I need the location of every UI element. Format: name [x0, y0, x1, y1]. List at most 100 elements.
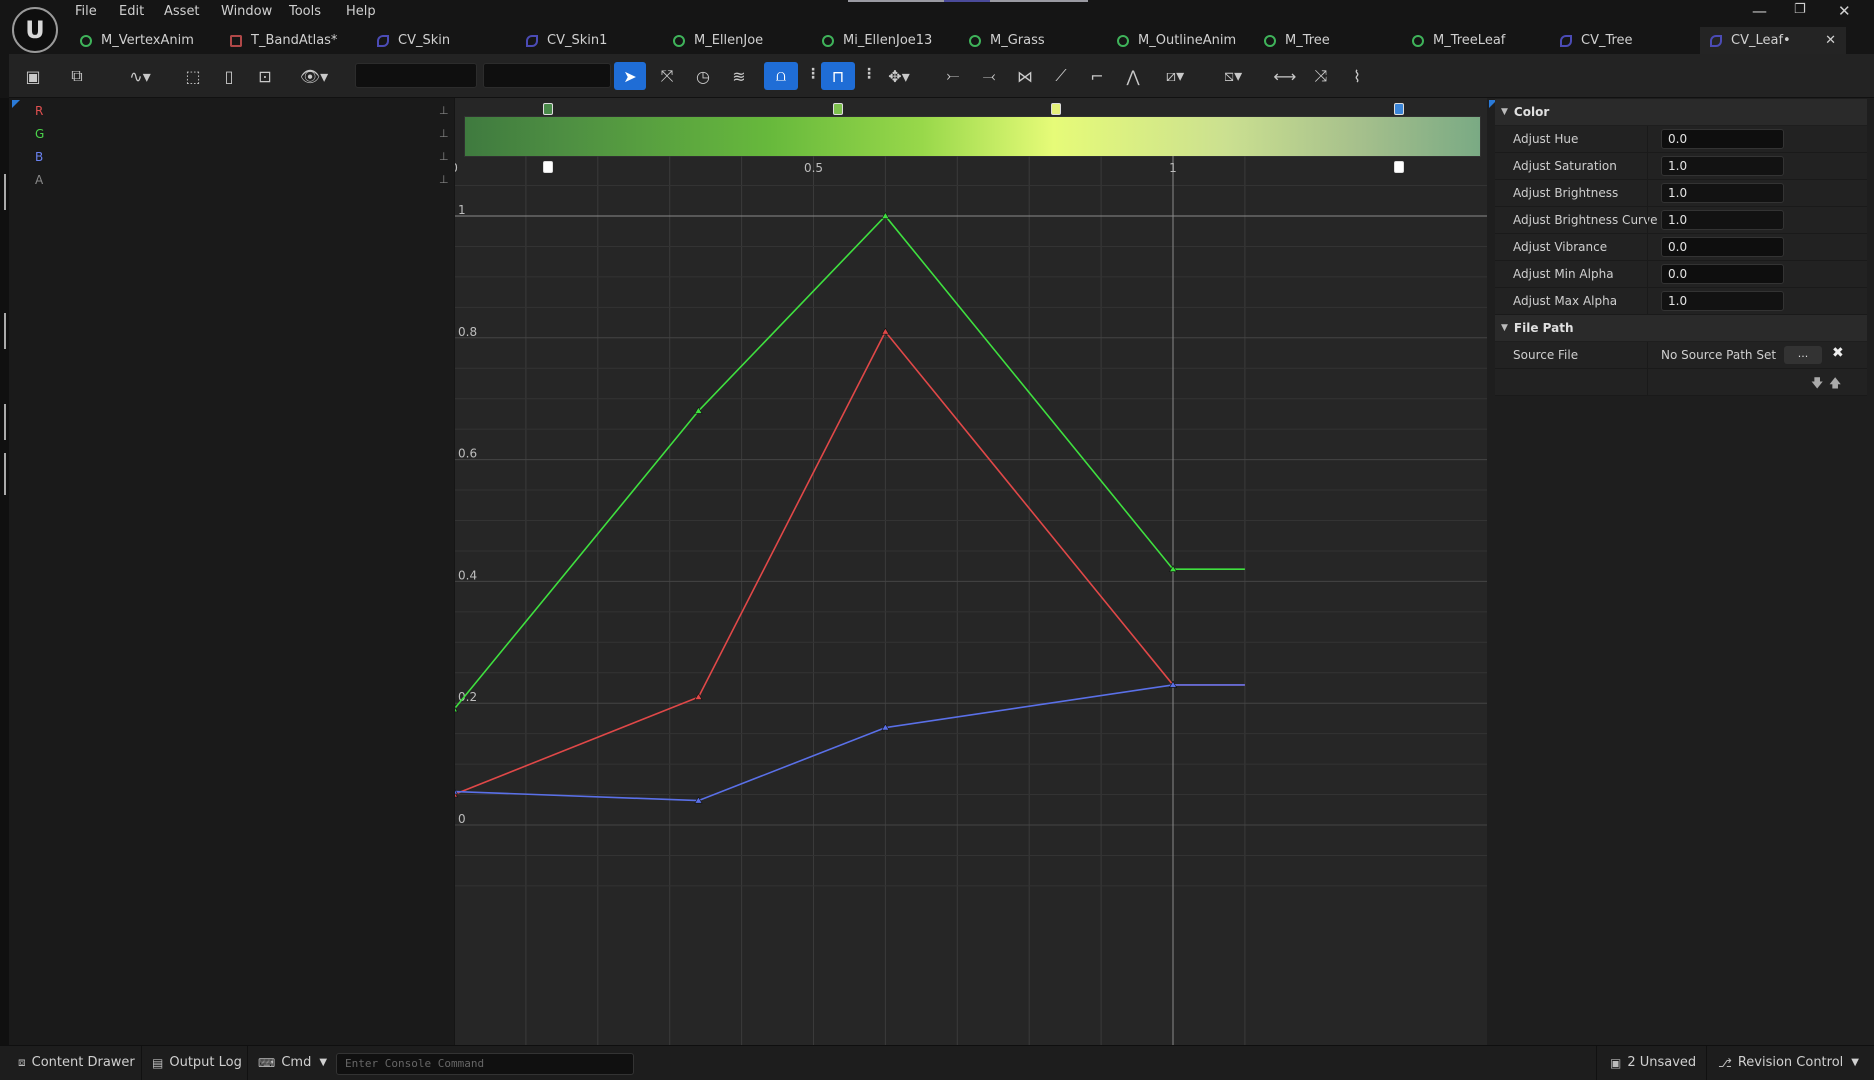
x-tick-label: 0 [455, 161, 458, 175]
adjust-vibrance-input[interactable]: 0.0 [1661, 237, 1784, 257]
browse-source-button[interactable]: ... [1784, 346, 1822, 364]
menu-edit[interactable]: Edit [119, 4, 144, 19]
pin-icon[interactable]: ⊥ [439, 104, 449, 117]
tab-m-vertexanim[interactable]: M_VertexAnim [80, 27, 216, 54]
tab-mi-ellenjoe13[interactable]: Mi_EllenJoe13 [822, 27, 968, 54]
adjust-brightness-input[interactable]: 1.0 [1661, 183, 1784, 203]
tab-label: CV_Skin1 [547, 33, 608, 48]
flatten-tangents-icon[interactable]: ⟷ [1271, 62, 1299, 90]
tangent-user-icon[interactable]: ⤙ [975, 62, 1003, 90]
tab-cv-tree[interactable]: CV_Tree [1560, 27, 1698, 54]
channel-a[interactable]: A [35, 173, 43, 187]
tab-cv-skin[interactable]: CV_Skin [377, 27, 515, 54]
key-value-input[interactable] [483, 63, 611, 88]
output-log-button[interactable]: ▤ Output Log [152, 1055, 242, 1070]
curve-plot[interactable]: 00.5100.20.40.60.81 [455, 98, 1487, 1045]
arrow-up-icon[interactable]: 🡅 [1829, 374, 1841, 395]
tab-label: CV_Tree [1581, 33, 1633, 48]
menu-file[interactable]: File [75, 4, 97, 19]
snap-value-icon[interactable]: ⩍ [764, 62, 798, 90]
tab-m-grass[interactable]: M_Grass [969, 27, 1107, 54]
tangent-auto-icon[interactable]: ⤚ [939, 62, 967, 90]
property-adjust-saturation: Adjust Saturation 1.0 [1495, 153, 1867, 180]
curve-filter-icon[interactable]: ⌇ [1343, 62, 1371, 90]
cmd-label: Cmd [281, 1055, 312, 1070]
property-adjust-min-alpha: Adjust Min Alpha 0.0 [1495, 261, 1867, 288]
multi-scale-tool-icon[interactable]: ≋ [725, 62, 753, 90]
transform-tool-icon[interactable]: ⤧ [653, 62, 681, 90]
post-infinity-icon[interactable]: ⧅▾ [1213, 62, 1253, 90]
close-window-icon[interactable]: ✕ [1838, 2, 1851, 20]
key-point-r [881, 327, 890, 335]
tab-m-tree[interactable]: M_Tree [1264, 27, 1402, 54]
pin-icon[interactable]: ⊥ [439, 150, 449, 163]
tab-cv-leaf[interactable]: CV_Leaf• ✕ [1700, 27, 1846, 54]
snap-options-icon[interactable]: ⋮ [806, 66, 820, 82]
content-drawer-label: Content Drawer [31, 1055, 135, 1070]
adjust-hue-input[interactable]: 0.0 [1661, 129, 1784, 149]
cmd-dropdown[interactable]: ⌨ Cmd ▼ [258, 1055, 327, 1070]
tab-m-ellenjoe[interactable]: M_EllenJoe [673, 27, 811, 54]
curve-icon [1710, 34, 1722, 47]
adjust-saturation-input[interactable]: 1.0 [1661, 156, 1784, 176]
unreal-logo-icon[interactable]: U [12, 7, 58, 53]
menu-asset[interactable]: Asset [164, 4, 200, 19]
category-file-path[interactable]: ▼ File Path [1495, 315, 1867, 341]
channel-g[interactable]: G [35, 127, 44, 141]
straighten-tangents-icon[interactable]: ⤨ [1307, 62, 1335, 90]
menu-window[interactable]: Window [221, 4, 272, 19]
revision-control-label: Revision Control [1737, 1055, 1844, 1070]
clear-source-icon[interactable]: ✖ [1832, 345, 1844, 361]
save-icon[interactable]: ▣ [19, 62, 47, 90]
unsaved-button[interactable]: ▣ 2 Unsaved [1610, 1055, 1696, 1070]
frame-selection-icon[interactable]: ⬚ [179, 62, 207, 90]
adjust-min-alpha-input[interactable]: 0.0 [1661, 264, 1784, 284]
arrow-down-icon[interactable]: 🡇 [1811, 374, 1823, 395]
time-snap-options-icon[interactable]: ⋮ [862, 66, 876, 82]
pin-icon[interactable]: ⊥ [439, 173, 449, 186]
axis-snap-icon[interactable]: ✥▾ [879, 62, 919, 90]
property-adjust-brightness: Adjust Brightness 1.0 [1495, 180, 1867, 207]
tab-cv-skin1[interactable]: CV_Skin1 [526, 27, 664, 54]
pin-icon[interactable]: ⊥ [439, 127, 449, 140]
curve-graph-panel[interactable]: 00.5100.20.40.60.81 [455, 98, 1487, 1045]
adjust-brightness-curve-input[interactable]: 1.0 [1661, 210, 1784, 230]
texture-icon [230, 34, 242, 47]
tab-t-bandatlas[interactable]: T_BandAtlas* [230, 27, 368, 54]
chevron-down-icon: ▼ [1851, 1057, 1859, 1068]
tangent-constant-icon[interactable]: ⌐ [1083, 62, 1111, 90]
tangent-break-icon[interactable]: ⋈ [1011, 62, 1039, 90]
left-edge-strip [0, 98, 9, 1045]
content-drawer-button[interactable]: ⧈ Content Drawer [18, 1055, 135, 1070]
visibility-options-icon[interactable]: 👁▾ [295, 62, 333, 90]
channel-b[interactable]: B [35, 150, 43, 164]
revision-control-button[interactable]: ⎇ Revision Control ▼ [1718, 1055, 1859, 1070]
curve-view-mode-icon[interactable]: ∿▾ [121, 62, 159, 90]
tab-m-treeleaf[interactable]: M_TreeLeaf [1412, 27, 1550, 54]
tab-label: M_VertexAnim [101, 33, 194, 48]
menu-tools[interactable]: Tools [289, 4, 321, 19]
minimize-icon[interactable]: — [1752, 2, 1767, 20]
restore-icon[interactable]: ❐ [1794, 2, 1806, 17]
browse-asset-icon[interactable]: ⧉ [63, 62, 91, 90]
close-tab-icon[interactable]: ✕ [1825, 33, 1836, 48]
menu-help[interactable]: Help [346, 4, 376, 19]
time-value-input[interactable] [355, 63, 477, 88]
console-command-input[interactable]: Enter Console Command [336, 1053, 634, 1075]
pre-infinity-icon[interactable]: ⧄▾ [1155, 62, 1195, 90]
tangent-linear-icon[interactable]: ⟋ [1047, 62, 1075, 90]
material-icon [1412, 34, 1424, 47]
frame-vertical-icon[interactable]: ⊡ [251, 62, 279, 90]
select-tool-icon[interactable]: ➤ [614, 62, 646, 90]
output-log-label: Output Log [169, 1055, 242, 1070]
retime-tool-icon[interactable]: ◷ [689, 62, 717, 90]
tab-m-outlineanim[interactable]: M_OutlineAnim [1117, 27, 1267, 54]
property-label: Adjust Brightness [1513, 186, 1619, 200]
frame-horizontal-icon[interactable]: ▯ [215, 62, 243, 90]
adjust-max-alpha-input[interactable]: 1.0 [1661, 291, 1784, 311]
category-color[interactable]: ▼ Color [1495, 99, 1867, 125]
channel-r[interactable]: R [35, 104, 43, 118]
snap-time-icon[interactable]: ⊓ [821, 62, 855, 90]
collapse-arrow-icon: ▼ [1501, 323, 1508, 333]
tangent-weighted-icon[interactable]: ⋀ [1119, 62, 1147, 90]
